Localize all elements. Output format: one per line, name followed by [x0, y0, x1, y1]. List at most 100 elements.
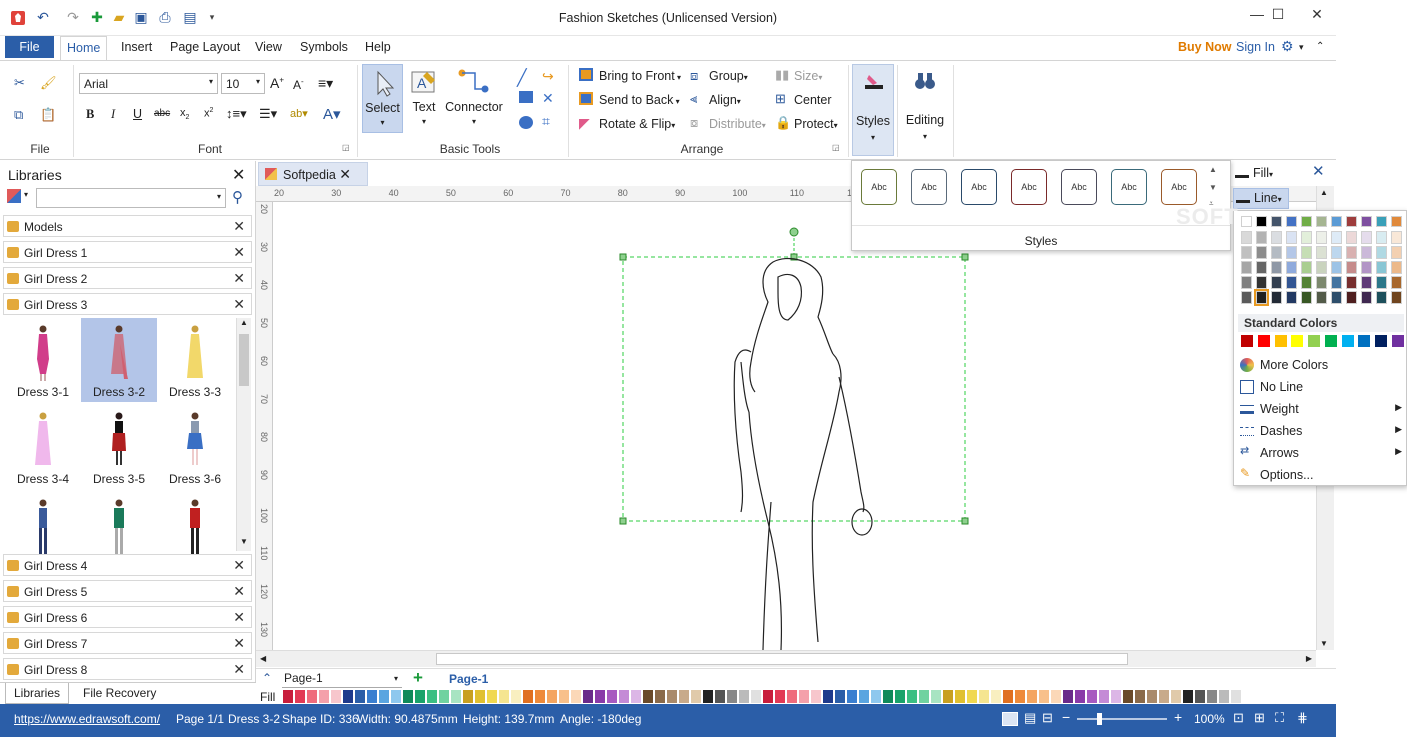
color-palette[interactable] [283, 690, 1263, 703]
styles-button[interactable]: Styles ▾ [852, 64, 894, 156]
palette-swatch[interactable] [427, 690, 437, 703]
palette-swatch[interactable] [283, 690, 293, 703]
collapse-ribbon-icon[interactable]: ⌃ [1316, 41, 1324, 52]
palette-swatch[interactable] [307, 690, 317, 703]
theme-color-swatch[interactable] [1346, 246, 1357, 259]
style-swatch[interactable]: Abc [911, 169, 947, 205]
theme-color-swatch[interactable] [1361, 216, 1372, 227]
document-tab[interactable]: Softpedia ✕ [258, 162, 368, 186]
theme-color-swatch[interactable] [1241, 231, 1252, 244]
palette-swatch[interactable] [859, 690, 869, 703]
theme-color-swatch[interactable] [1391, 246, 1402, 259]
shape-dress-3-7[interactable] [5, 492, 81, 554]
theme-color-swatch[interactable] [1256, 231, 1267, 244]
format-painter-icon[interactable]: 🖌 [40, 75, 57, 91]
zoom-out-icon[interactable]: − [1062, 709, 1070, 725]
palette-swatch[interactable] [775, 690, 785, 703]
palette-swatch[interactable] [511, 690, 521, 703]
theme-color-swatch[interactable] [1376, 246, 1387, 259]
palette-swatch[interactable] [823, 690, 833, 703]
library-item-models[interactable]: Models ✕ [3, 215, 252, 237]
close-icon[interactable]: ✕ [233, 244, 245, 261]
palette-swatch[interactable] [751, 690, 761, 703]
scroll-down-icon[interactable]: ▼ [237, 537, 251, 551]
palette-swatch[interactable] [679, 690, 689, 703]
superscript-icon[interactable]: x2 [204, 107, 213, 120]
palette-swatch[interactable] [739, 690, 749, 703]
palette-swatch[interactable] [1087, 690, 1097, 703]
send-to-back-button[interactable]: Send to Back ▾ [599, 93, 680, 107]
maximize-button[interactable]: ☐ [1258, 6, 1298, 28]
subscript-icon[interactable]: x2 [180, 107, 189, 121]
file-menu-button[interactable]: File [5, 36, 54, 58]
library-item-girl-dress-3[interactable]: Girl Dress 2Girl Dress 3✕ [3, 293, 252, 315]
palette-swatch[interactable] [643, 690, 653, 703]
tab-file-recovery[interactable]: File Recovery [83, 686, 156, 700]
style-swatch[interactable]: Abc [1161, 169, 1197, 205]
gallery-up-icon[interactable]: ▲ [1209, 165, 1217, 174]
theme-color-swatch[interactable] [1286, 291, 1297, 304]
underline-icon[interactable]: U [133, 107, 142, 121]
shape-dress-3-9[interactable] [157, 492, 233, 554]
theme-color-swatch[interactable] [1301, 231, 1312, 244]
shape-dress-3-4[interactable]: Dress 3-4 [5, 405, 81, 489]
page-select[interactable]: Page-1 ▾ [282, 671, 402, 688]
theme-color-swatch[interactable] [1316, 276, 1327, 289]
theme-color-swatch[interactable] [1346, 261, 1357, 274]
theme-color-swatch[interactable] [1301, 261, 1312, 274]
copy-icon[interactable]: ⧉ [14, 107, 23, 123]
canvas-horizontal-scrollbar[interactable]: ◀ ▶ [256, 650, 1316, 667]
library-item-girl-dress-1[interactable]: Girl Dress 1 ✕ [3, 241, 252, 263]
font-size-select[interactable]: 10 ▾ [221, 73, 265, 94]
theme-color-swatch[interactable] [1271, 261, 1282, 274]
style-swatch[interactable]: Abc [861, 169, 897, 205]
palette-swatch[interactable] [1063, 690, 1073, 703]
bring-to-front-button[interactable]: Bring to Front ▾ [599, 69, 681, 83]
palette-swatch[interactable] [559, 690, 569, 703]
drawing-canvas[interactable] [273, 202, 1316, 650]
align-button[interactable]: Align▾ [709, 93, 741, 107]
canvas-close-icon[interactable]: ✕ [1312, 162, 1325, 180]
palette-swatch[interactable] [715, 690, 725, 703]
paste-icon[interactable]: 📋 [40, 107, 56, 123]
library-menu-icon[interactable] [7, 189, 21, 203]
palette-swatch[interactable] [547, 690, 557, 703]
close-icon[interactable]: ✕ [233, 635, 245, 652]
palette-swatch[interactable] [1219, 690, 1229, 703]
palette-swatch[interactable] [583, 690, 593, 703]
no-line-menu-item[interactable]: No Line [1238, 377, 1404, 397]
theme-color-swatch[interactable] [1376, 276, 1387, 289]
settings-gear-icon[interactable]: ⚙ [1281, 38, 1294, 55]
website-link[interactable]: https://www.edrawsoft.com/ [14, 712, 160, 726]
paragraph-align-icon[interactable]: ≡▾ [318, 75, 333, 92]
zoom-slider[interactable] [1077, 718, 1167, 720]
close-icon[interactable]: ✕ [233, 270, 245, 287]
scroll-right-icon[interactable]: ▶ [1306, 654, 1312, 663]
palette-swatch[interactable] [811, 690, 821, 703]
theme-color-swatch[interactable] [1316, 291, 1327, 304]
theme-color-swatch[interactable] [1286, 276, 1297, 289]
theme-color-swatch[interactable] [1316, 261, 1327, 274]
group-button[interactable]: Group▾ [709, 69, 748, 83]
palette-swatch[interactable] [319, 690, 329, 703]
grow-font-icon[interactable]: A+ [270, 75, 284, 91]
editing-button[interactable]: Editing ▾ [902, 64, 948, 156]
library-item-girl-dress-6[interactable]: Girl Dress 6 ✕ [3, 606, 252, 628]
palette-swatch[interactable] [403, 690, 413, 703]
document-close-icon[interactable]: ✕ [339, 166, 351, 183]
palette-swatch[interactable] [571, 690, 581, 703]
library-item-girl-dress-7[interactable]: Girl Dress 7 ✕ [3, 632, 252, 654]
presentation-icon[interactable]: ⊟ [1042, 710, 1053, 726]
theme-color-swatch[interactable] [1391, 216, 1402, 227]
add-page-icon[interactable]: + [413, 668, 423, 688]
palette-swatch[interactable] [1135, 690, 1145, 703]
settings-dropdown-icon[interactable]: ▾ [1299, 42, 1304, 53]
close-button[interactable]: ✕ [1297, 6, 1337, 28]
strikethrough-icon[interactable]: abc [154, 108, 170, 119]
shape-dress-3-8[interactable] [81, 492, 157, 554]
theme-color-swatch[interactable] [1331, 276, 1342, 289]
palette-swatch[interactable] [631, 690, 641, 703]
palette-swatch[interactable] [919, 690, 929, 703]
scroll-left-icon[interactable]: ◀ [260, 654, 266, 663]
shape-dress-3-3[interactable]: Dress 3-3 [157, 318, 233, 402]
